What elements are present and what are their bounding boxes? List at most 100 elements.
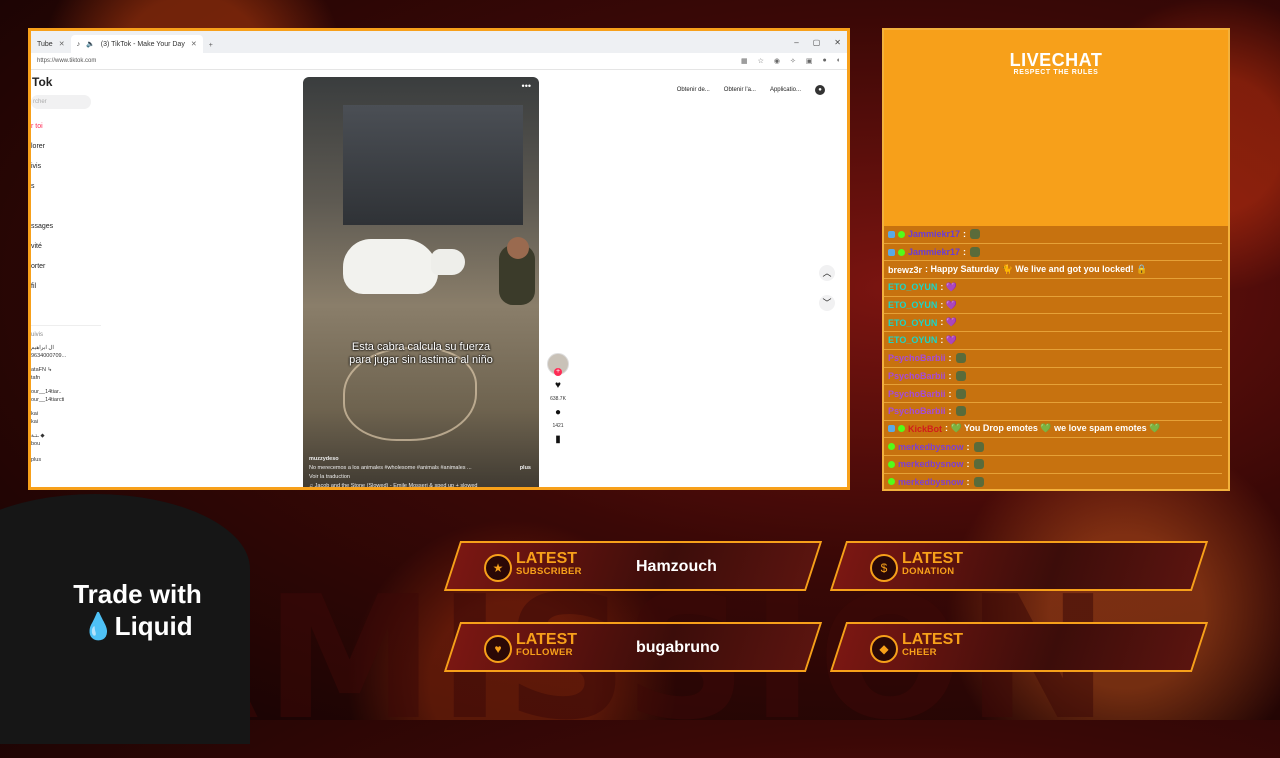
chat-text: : [966,459,970,470]
favorites-icon[interactable]: ✧ [790,57,796,65]
promo-text: Trade with 💧Liquid [40,578,235,642]
latest-label: LATEST [516,631,578,648]
nav-friends[interactable]: s [31,177,101,197]
account-item[interactable]: ataFN ↳ tafn [31,366,101,382]
account-item[interactable]: our__14tiar.. our__14tiarcti [31,388,101,404]
tab-youtube[interactable]: Tube ✕ [31,35,71,53]
video-username[interactable]: muzzydeso [309,455,533,464]
chat-emote-icon [970,247,981,258]
latest-subscriber-panel: ★ LATEST SUBSCRIBER Hamzouch [443,541,823,591]
chat-username[interactable]: PsychoBarbii [888,371,946,381]
latest-kind: FOLLOWER [516,647,573,658]
speaker-icon: 🔈 [86,41,95,48]
chat-messages: Jammiekr17: Jammiekr17: brewz3r: Happy Sat… [884,226,1228,489]
chat-message: ETO_OYUN: 💜 [884,332,1222,350]
chat-message: ETO_OYUN: 💜 [884,279,1222,297]
verified-badge-icon [898,425,905,433]
nav-profile[interactable]: fil [31,277,101,297]
video-sound[interactable]: ♫ Jacob and the Stone (Slowed) - Emile M… [309,482,533,487]
account-item[interactable]: ال ابراهيم 9634000709... [31,344,101,360]
chat-text: : [966,441,970,452]
nav-messages[interactable]: ssages [31,217,101,237]
tiktok-page: Tok rcher r toi lorer ivis s ssages vité… [31,69,847,487]
expand-description[interactable]: plus [520,464,531,473]
chat-username[interactable]: merkedbysnow [898,442,964,452]
more-options-icon[interactable]: ••• [522,81,531,91]
chat-username[interactable]: Jammiekr17 [908,229,960,239]
nav-live[interactable] [31,197,101,217]
account-name: our__14tiar.. [31,389,62,395]
search-input[interactable]: rcher [31,95,91,109]
comment-icon[interactable]: ● [555,407,561,418]
chevron-down-icon[interactable]: ﹀ [819,295,835,311]
latest-follower-panel: ♥ LATEST FOLLOWER bugabruno [443,622,823,672]
account-item[interactable]: kai kai [31,410,101,426]
close-icon[interactable]: ✕ [191,40,197,48]
nav-following[interactable]: ivis [31,157,101,177]
chat-message: merkedbysnow: [884,456,1222,474]
chat-username[interactable]: merkedbysnow [898,477,964,487]
chat-username[interactable]: ETO_OYUN [888,300,937,310]
heart-icon[interactable]: ♥ [555,380,561,391]
extension-icon[interactable]: ◉ [774,57,780,65]
close-window-button[interactable]: ✕ [834,38,841,47]
nav-activity[interactable]: vité [31,237,101,257]
moderator-badge-icon [888,230,895,238]
address-bar[interactable]: https://www.tiktok.com ▦ ☆ ◉ ✧ ▣ ● ◐ [31,53,847,70]
chat-username[interactable]: PsychoBarbii [888,389,946,399]
nav-upload[interactable]: orter [31,257,101,277]
chat-emote-icon [973,459,984,470]
tab-tiktok[interactable]: ♪ 🔈 (3) TikTok - Make Your Day ✕ [70,35,203,53]
account-handle: kai [31,419,39,425]
desktop-app-button[interactable]: Applicatio... [770,87,801,93]
account-item[interactable]: ـتـة ◆ bou [31,432,101,448]
chat-username[interactable]: merkedbysnow [898,459,964,469]
translate-link[interactable]: Voir la traduction [309,473,533,482]
chat-message: PsychoBarbii: [884,403,1222,421]
creator-avatar[interactable] [547,353,569,376]
promo-line-1: Trade with [73,579,202,609]
chat-message: PsychoBarbii: [884,350,1222,368]
url-text[interactable]: https://www.tiktok.com [37,58,96,64]
collections-icon[interactable]: ▣ [806,57,813,65]
video-player[interactable]: ••• Esta cabra calcula su fuerza para ju… [303,77,539,487]
chat-emote-icon [955,406,966,417]
close-icon[interactable]: ✕ [59,40,65,48]
gem-icon: ◆ [870,635,898,663]
maximize-button[interactable]: ▢ [813,38,821,47]
chat-username[interactable]: ETO_OYUN [888,335,937,345]
nav-for-you[interactable]: r toi [31,117,101,137]
chat-username[interactable]: PsychoBarbii [888,353,946,363]
chat-username[interactable]: Jammiekr17 [908,247,960,257]
video-caption: Esta cabra calcula su fuerza para jugar … [349,341,493,366]
moderator-badge-icon [888,425,895,433]
nav-explore[interactable]: lorer [31,137,101,157]
latest-label: LATEST [902,550,964,567]
profile-icon[interactable]: ● [823,57,827,65]
nav-more[interactable] [31,297,101,317]
bookmark-icon[interactable]: ▮ [555,434,561,445]
chevron-up-icon[interactable]: ︿ [819,265,835,281]
chat-username[interactable]: ETO_OYUN [888,318,937,328]
latest-kind: DONATION [902,566,955,577]
livechat-panel: LIVECHAT RESPECT THE RULES Jammiekr17: Ja… [882,28,1230,491]
grid-icon[interactable]: ▦ [741,57,748,65]
chat-username[interactable]: ETO_OYUN [888,282,937,292]
latest-kind: SUBSCRIBER [516,566,582,577]
chat-message: ETO_OYUN: 💜 [884,314,1222,333]
chat-username[interactable]: PsychoBarbii [888,406,946,416]
video-scene-shed [343,105,523,225]
see-more-link[interactable]: plus [31,456,101,464]
profile-avatar-icon[interactable]: ● [815,85,825,95]
chat-username[interactable]: KickBot [908,424,942,434]
get-coins-button[interactable]: Obtenir de... [677,87,710,93]
new-tab-button[interactable]: + [209,42,213,49]
tab-label: (3) TikTok - Make Your Day [100,40,185,48]
chat-username[interactable]: brewz3r [888,265,922,275]
minimize-button[interactable]: – [794,38,798,47]
star-icon[interactable]: ☆ [758,57,764,65]
get-app-button[interactable]: Obtenir l'a... [724,87,756,93]
chat-emote-icon [973,441,984,452]
edge-icon[interactable]: ◐ [837,57,841,65]
tiktok-logo[interactable]: Tok [31,69,101,89]
